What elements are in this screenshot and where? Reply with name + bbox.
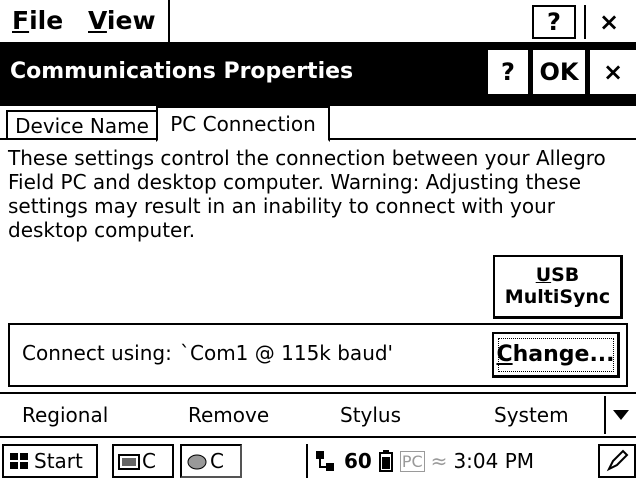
usb-multisync-button[interactable]: USB MultiSync <box>493 255 623 319</box>
tab-device-name[interactable]: Device Name <box>6 110 158 140</box>
sync-icon[interactable]: 60 <box>344 449 372 473</box>
change-button[interactable]: Change... <box>492 332 620 378</box>
change-label-rest: hange... <box>512 342 615 367</box>
communications-icon <box>186 452 208 470</box>
clock[interactable]: 3:04 PM <box>453 449 534 473</box>
usb-multisync-label: MultiSync <box>504 286 611 308</box>
task-button-communications[interactable]: C <box>180 444 242 478</box>
power-icon[interactable] <box>378 449 394 473</box>
network-icon[interactable] <box>314 449 338 473</box>
pc-icon[interactable]: PC <box>399 450 425 472</box>
wireless-icon[interactable]: ≈ <box>431 449 448 473</box>
connect-using-label: Connect using: <box>22 341 172 365</box>
tab-baseline-right <box>329 138 636 140</box>
input-panel-pen-icon[interactable] <box>598 444 636 478</box>
menu-separator <box>168 0 170 42</box>
help-button[interactable]: ? <box>532 5 576 39</box>
close-icon[interactable]: × <box>584 5 632 39</box>
task-button-control-panel[interactable]: C <box>112 444 174 478</box>
tab-pc-connection[interactable]: PC Connection <box>156 106 330 142</box>
dialog-title: Communications Properties <box>10 59 354 84</box>
start-label: Start <box>34 449 83 473</box>
change-mnemonic: C <box>496 342 513 367</box>
system-tray: 60 PC ≈ 3:04 PM <box>306 444 594 478</box>
scroll-down-arrow-icon[interactable] <box>604 396 636 434</box>
task2-label: C <box>210 449 224 473</box>
dialog-ok-button[interactable]: OK <box>533 50 585 94</box>
command-stylus[interactable]: Stylus <box>340 403 401 427</box>
command-remove[interactable]: Remove <box>188 403 269 427</box>
connection-value: `Com1 @ 115k baud' <box>180 341 394 365</box>
dialog-help-button[interactable]: ? <box>488 50 528 94</box>
command-system[interactable]: System <box>494 403 569 427</box>
usb-label-rest: SB <box>551 264 580 286</box>
command-regional[interactable]: Regional <box>22 403 108 427</box>
control-panel-icon <box>118 452 140 470</box>
tab-baseline-left <box>0 138 156 140</box>
start-button[interactable]: Start <box>2 444 98 478</box>
dialog-close-icon[interactable]: × <box>590 50 636 94</box>
settings-description: These settings control the connection be… <box>8 146 606 242</box>
start-flag-icon <box>8 451 30 471</box>
usb-mnemonic: U <box>535 264 552 286</box>
menu-view[interactable]: View <box>88 6 156 35</box>
menu-file[interactable]: File <box>12 6 63 35</box>
task1-label: C <box>142 449 156 473</box>
